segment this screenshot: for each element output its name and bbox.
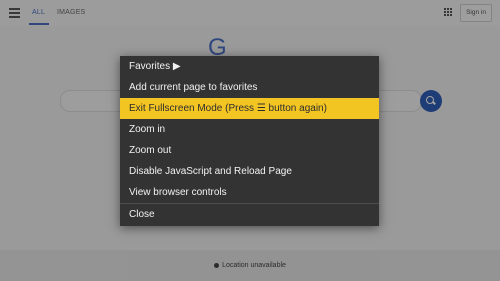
menu-item-disable-javascript[interactable]: Disable JavaScript and Reload Page bbox=[120, 161, 379, 182]
browser-menu: Favorites ▶ Add current page to favorite… bbox=[120, 56, 379, 226]
menu-item-exit-fullscreen[interactable]: Exit Fullscreen Mode (Press ☰ button aga… bbox=[120, 98, 379, 119]
menu-item-zoom-in[interactable]: Zoom in bbox=[120, 119, 379, 140]
menu-item-close[interactable]: Close bbox=[120, 204, 379, 225]
menu-item-add-favorite[interactable]: Add current page to favorites bbox=[120, 77, 379, 98]
menu-item-favorites[interactable]: Favorites ▶ bbox=[120, 56, 379, 77]
menu-item-view-browser-controls[interactable]: View browser controls bbox=[120, 182, 379, 203]
menu-item-zoom-out[interactable]: Zoom out bbox=[120, 140, 379, 161]
